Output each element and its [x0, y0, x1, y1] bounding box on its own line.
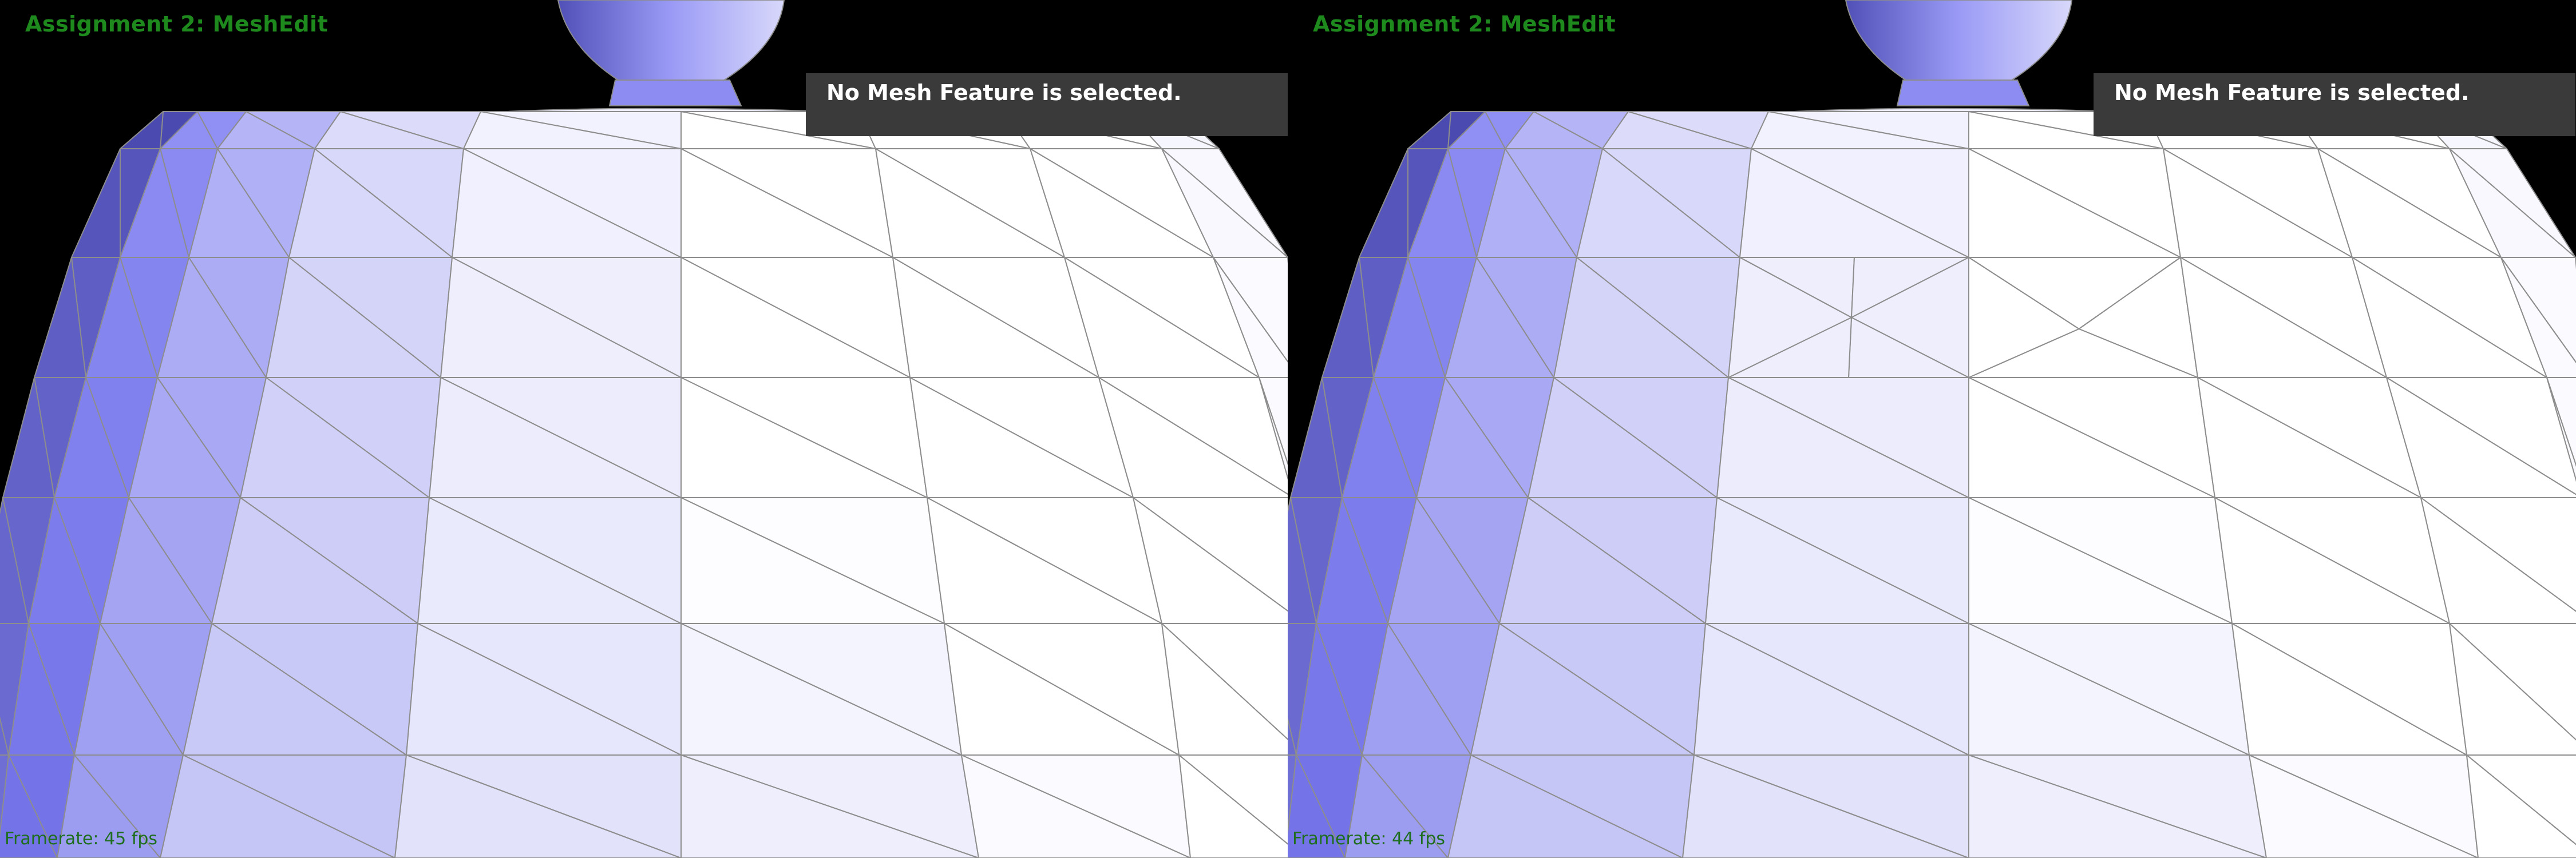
app-title: Assignment 2: MeshEdit [25, 11, 329, 37]
status-text: No Mesh Feature is selected. [826, 80, 1182, 105]
status-text: No Mesh Feature is selected. [2114, 80, 2470, 105]
status-box: No Mesh Feature is selected. [2094, 73, 2575, 136]
status-box: No Mesh Feature is selected. [806, 73, 1288, 136]
framerate-label: Framerate: 44 fps [1292, 829, 1445, 849]
teapot-lid-neck [608, 80, 742, 106]
teapot-lid-neck [1896, 80, 2030, 106]
mesh-triangle [71, 148, 121, 258]
viewport-panel-right[interactable]: Assignment 2: MeshEdit No Mesh Feature i… [1288, 0, 2576, 858]
teapot-lid-knob [557, 0, 785, 81]
framerate-label: Framerate: 45 fps [5, 829, 157, 849]
mesh-triangle [1407, 111, 1451, 149]
mesh-triangle [1359, 148, 1408, 258]
app-title: Assignment 2: MeshEdit [1313, 11, 1616, 37]
viewport-panel-left[interactable]: Assignment 2: MeshEdit No Mesh Feature i… [0, 0, 1288, 858]
mesh-triangle [120, 111, 164, 149]
teapot-lid-knob [1845, 0, 2073, 81]
